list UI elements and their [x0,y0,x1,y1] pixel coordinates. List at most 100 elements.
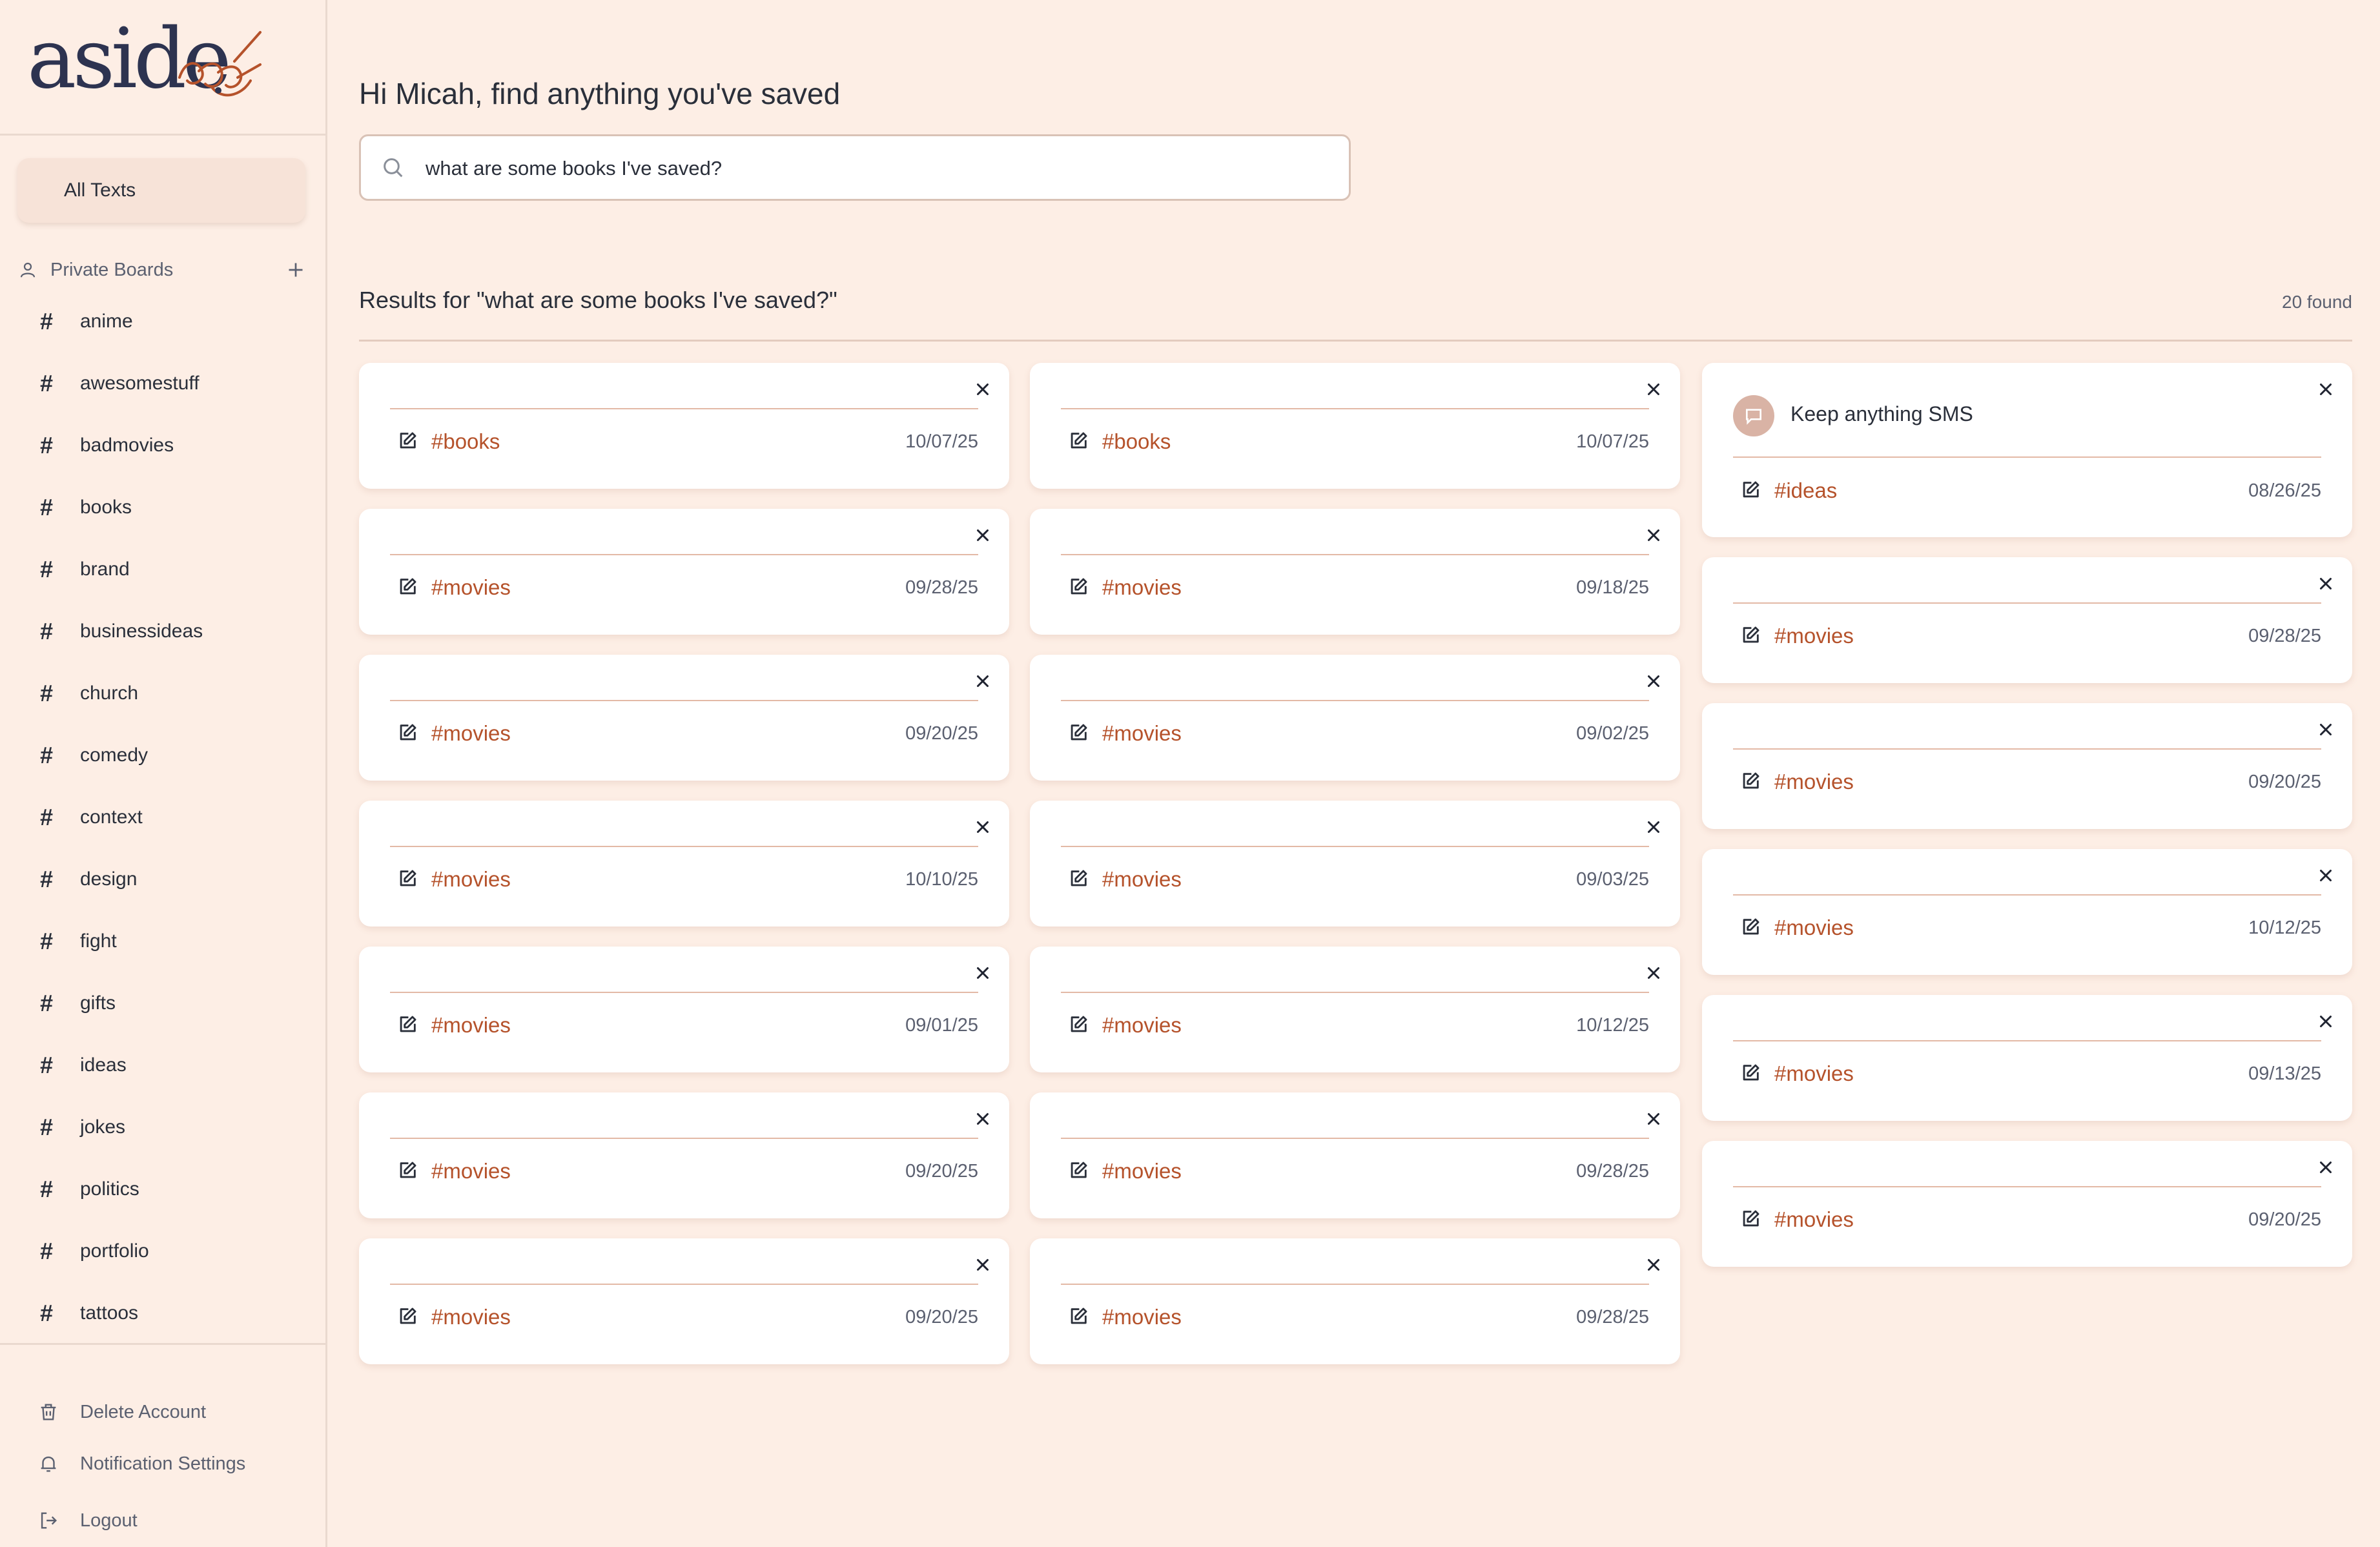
result-card[interactable]: #books 10/07/25 [1030,363,1680,489]
edit-icon[interactable] [1739,479,1761,501]
result-card[interactable]: #movies 10/10/25 [359,801,1009,927]
sidebar-item-jokes[interactable]: # jokes [0,1101,325,1153]
sidebar-item-design[interactable]: # design [0,854,325,905]
search-input[interactable] [426,152,1329,185]
close-icon[interactable] [1644,817,1663,837]
card-tag[interactable]: #movies [431,1305,511,1329]
delete-account-button[interactable]: Delete Account [37,1393,206,1431]
card-tag[interactable]: #movies [1102,721,1182,746]
result-card[interactable]: #movies 09/28/25 [359,509,1009,635]
result-card[interactable]: #movies 09/28/25 [1030,1092,1680,1218]
card-tag[interactable]: #movies [1774,1207,1854,1232]
search-box[interactable] [359,134,1351,201]
add-board-icon[interactable] [284,258,307,282]
card-tag[interactable]: #movies [1102,1305,1182,1329]
card-tag[interactable]: #movies [1774,916,1854,940]
card-tag[interactable]: #movies [1102,1013,1182,1038]
edit-icon[interactable] [396,430,418,452]
close-icon[interactable] [973,671,992,691]
close-icon[interactable] [2316,1012,2335,1031]
card-tag[interactable]: #movies [1102,575,1182,600]
result-card[interactable]: #movies 09/28/25 [1702,557,2352,683]
sidebar-item-portfolio[interactable]: # portfolio [0,1225,325,1277]
close-icon[interactable] [1644,1255,1663,1275]
edit-icon[interactable] [1067,868,1089,890]
card-tag[interactable]: #books [1102,429,1171,454]
sidebar-item-awesomestuff[interactable]: # awesomestuff [0,358,325,409]
sidebar-item-context[interactable]: # context [0,792,325,843]
all-texts-button[interactable]: All Texts [17,158,305,223]
result-card[interactable]: #movies 09/20/25 [1702,1141,2352,1267]
edit-icon[interactable] [1067,430,1089,452]
sidebar-item-brand[interactable]: # brand [0,544,325,595]
sidebar-item-comedy[interactable]: # comedy [0,730,325,781]
sidebar-item-badmovies[interactable]: # badmovies [0,420,325,471]
edit-icon[interactable] [396,722,418,744]
close-icon[interactable] [1644,526,1663,545]
edit-icon[interactable] [396,576,418,598]
card-tag[interactable]: #movies [431,1013,511,1038]
close-icon[interactable] [2316,574,2335,593]
result-card[interactable]: #movies 09/18/25 [1030,509,1680,635]
close-icon[interactable] [973,817,992,837]
card-tag[interactable]: #movies [1774,1061,1854,1086]
card-tag[interactable]: #movies [431,1159,511,1183]
edit-icon[interactable] [1739,770,1761,792]
card-tag[interactable]: #movies [431,575,511,600]
result-card[interactable]: #movies 09/20/25 [359,1092,1009,1218]
card-tag[interactable]: #movies [1774,624,1854,648]
edit-icon[interactable] [1067,1306,1089,1327]
card-tag[interactable]: #movies [1102,1159,1182,1183]
card-tag[interactable]: #movies [1774,770,1854,794]
edit-icon[interactable] [1739,624,1761,646]
sidebar-item-anime[interactable]: # anime [0,296,325,347]
edit-icon[interactable] [396,1306,418,1327]
notification-settings-button[interactable]: Notification Settings [37,1444,245,1483]
result-card[interactable]: #movies 09/03/25 [1030,801,1680,927]
card-tag[interactable]: #books [431,429,500,454]
sidebar-item-ideas[interactable]: # ideas [0,1040,325,1091]
close-icon[interactable] [1644,671,1663,691]
result-card[interactable]: #movies 09/20/25 [359,1238,1009,1364]
result-card[interactable]: #movies 09/20/25 [1702,703,2352,829]
close-icon[interactable] [2316,1158,2335,1177]
edit-icon[interactable] [1067,1160,1089,1182]
close-icon[interactable] [2316,720,2335,739]
logout-button[interactable]: Logout [37,1501,138,1540]
result-card[interactable]: #movies 09/02/25 [1030,655,1680,781]
close-icon[interactable] [973,1109,992,1129]
card-tag[interactable]: #ideas [1774,478,1837,503]
sidebar-item-gifts[interactable]: # gifts [0,978,325,1029]
close-icon[interactable] [1644,1109,1663,1129]
result-card[interactable]: #movies 10/12/25 [1030,947,1680,1072]
edit-icon[interactable] [1067,576,1089,598]
close-icon[interactable] [973,380,992,399]
sidebar-item-books[interactable]: # books [0,482,325,533]
card-tag[interactable]: #movies [1102,867,1182,892]
sidebar-item-businessideas[interactable]: # businessideas [0,606,325,657]
close-icon[interactable] [973,963,992,983]
sidebar-item-politics[interactable]: # politics [0,1163,325,1215]
edit-icon[interactable] [1739,916,1761,938]
edit-icon[interactable] [1067,1014,1089,1036]
edit-icon[interactable] [1739,1062,1761,1084]
close-icon[interactable] [973,526,992,545]
result-card[interactable]: #books 10/07/25 [359,363,1009,489]
close-icon[interactable] [973,1255,992,1275]
result-card[interactable]: #movies 09/13/25 [1702,995,2352,1121]
result-card[interactable]: #movies 10/12/25 [1702,849,2352,975]
edit-icon[interactable] [1067,722,1089,744]
result-card[interactable]: Keep anything SMS #ideas 08/26/25 [1702,363,2352,537]
card-tag[interactable]: #movies [431,867,511,892]
close-icon[interactable] [1644,380,1663,399]
edit-icon[interactable] [396,1160,418,1182]
close-icon[interactable] [1644,963,1663,983]
close-icon[interactable] [2316,380,2335,399]
sidebar-item-fight[interactable]: # fight [0,916,325,967]
edit-icon[interactable] [396,1014,418,1036]
sidebar-item-tattoos[interactable]: # tattoos [0,1287,325,1339]
edit-icon[interactable] [1739,1208,1761,1230]
result-card[interactable]: #movies 09/28/25 [1030,1238,1680,1364]
card-tag[interactable]: #movies [431,721,511,746]
close-icon[interactable] [2316,866,2335,885]
